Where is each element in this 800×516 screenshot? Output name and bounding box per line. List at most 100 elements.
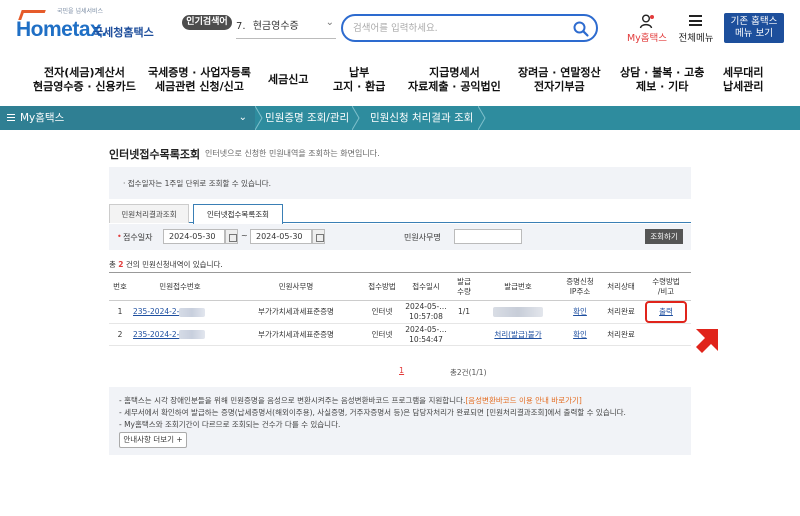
issue-unavailable-link[interactable]: 처리(발급)불가 xyxy=(494,330,541,339)
popular-search-term: 현금영수증 xyxy=(252,21,299,32)
main-menu-item-tax-filing[interactable]: 세금신고 xyxy=(268,73,308,87)
legacy-menu-button[interactable]: 기존 홈택스 메뉴 보기 xyxy=(724,13,784,43)
date-range-tilde: ~ xyxy=(241,231,248,240)
result-count: 총 2 건의 민원신청내역이 있습니다. xyxy=(109,259,223,270)
hometax-logo[interactable]: 국민을 넘세서비스 Hometax. 국세청홈택스 xyxy=(16,8,176,44)
civil-name-cell: 부가가치세과세표준증명 xyxy=(229,300,363,324)
menu-icon xyxy=(7,114,15,121)
print-output-link[interactable]: 출력 xyxy=(659,307,673,316)
main-menu-item-einvoice[interactable]: 전자(세금)계산서 현금영수증 · 신용카드 xyxy=(33,66,136,94)
top-header: 국민을 넘세서비스 Hometax. 국세청홈택스 인기검색어 7. 현금영수증… xyxy=(0,0,800,56)
search-box xyxy=(341,14,598,42)
datetime-time: 10:54:47 xyxy=(409,334,443,344)
search-filter: • 접수일자 2024-05-30 ~ 2024-05-30 민원사무명 조회하… xyxy=(109,224,691,250)
my-hometax-label: My홈택스 xyxy=(626,33,668,44)
main-menu-item-incentives[interactable]: 장려금 · 연말정산 전자기부금 xyxy=(518,66,601,94)
date-label: 접수일자 xyxy=(123,233,153,242)
popular-search-rank: 7. xyxy=(236,21,246,32)
receipt-number-link[interactable]: 235-2024-2- xyxy=(133,307,179,316)
qty-cell: 1/1 xyxy=(451,300,477,324)
issue-number-cell: 처리(발급)불가 xyxy=(477,323,559,346)
row-number: 1 xyxy=(109,300,131,324)
date-from-field[interactable]: 2024-05-30 xyxy=(163,229,225,244)
calendar-icon[interactable] xyxy=(225,229,238,244)
col-header: 접수방법 xyxy=(363,272,401,301)
pointer-arrow-icon xyxy=(696,329,718,353)
result-count-suffix: 건의 민원신청내역이 있습니다. xyxy=(123,260,223,269)
main-menu-label: 납부 xyxy=(349,66,370,79)
main-menu-item-certificates[interactable]: 국세증명 · 사업자등록 세금관련 신청/신고 xyxy=(148,66,251,94)
main-menu-item-statements[interactable]: 지급명세서 자료제출 · 공익법인 xyxy=(408,66,501,94)
guide-line: - 홈택스는 시각 장애인분들을 위해 민원증명을 음성으로 변환시켜주는 음성… xyxy=(119,395,691,407)
tab-internet-receipt[interactable]: 인터넷접수목록조회 xyxy=(193,204,283,224)
more-guide-button[interactable]: 안내사항 더보기 + xyxy=(119,432,187,448)
civil-name-cell: 부가가치세과세표준증명 xyxy=(229,323,363,346)
breadcrumb-home-label: My홈택스 xyxy=(20,112,65,124)
ip-confirm-link[interactable]: 확인 xyxy=(573,330,587,339)
tab-civil-result[interactable]: 민원처리결과조회 xyxy=(109,204,189,223)
issue-number-cell xyxy=(477,300,559,324)
main-menu-label: 세무대리 xyxy=(723,66,764,79)
main-menu-label: 고지 · 환급 xyxy=(333,80,386,93)
col-header: 번호 xyxy=(109,272,131,301)
query-button[interactable]: 조회하기 xyxy=(645,229,683,244)
legacy-menu-line2: 메뉴 보기 xyxy=(735,28,773,39)
table-header-row: 번호 민원접수번호 민원사무명 접수방법 접수일시 발급 수량 발급번호 증명신… xyxy=(109,272,691,301)
legacy-menu-line1: 기존 홈택스 xyxy=(730,16,778,27)
datetime-date: 2024-05-… xyxy=(405,302,447,311)
hamburger-icon xyxy=(689,15,702,26)
ip-confirm-link[interactable]: 확인 xyxy=(573,307,587,316)
guide-notice: - 홈택스는 시각 장애인분들을 위해 민원증명을 음성으로 변환시켜주는 음성… xyxy=(109,387,691,455)
all-menu-button[interactable]: 전체메뉴 xyxy=(676,14,716,44)
col-header: 발급 수량 xyxy=(451,272,477,301)
main-menu-label: 자료제출 · 공익법인 xyxy=(408,80,501,93)
barcode-guide-link[interactable]: [음성변환바코드 이용 안내 바로가기] xyxy=(465,396,582,405)
breadcrumb-level2-label: 민원신청 처리결과 조회 xyxy=(370,112,474,124)
search-icon[interactable] xyxy=(572,20,590,38)
status-cell: 처리완료 xyxy=(601,300,641,324)
page-title: 인터넷접수목록조회 xyxy=(109,148,201,161)
popular-search-item[interactable]: 7. 현금영수증 ⌄ xyxy=(236,17,336,39)
receipt-number-link[interactable]: 235-2024-2- xyxy=(133,330,179,339)
datetime-cell: 2024-05-… 10:57:08 xyxy=(401,300,451,324)
col-header: 수령방법 /비고 xyxy=(641,272,691,301)
datetime-cell: 2024-05-… 10:54:47 xyxy=(401,323,451,346)
main-menu-label: 지급명세서 xyxy=(429,66,480,79)
breadcrumb-level1[interactable]: 민원증명 조회/관리 xyxy=(265,106,349,130)
main-menu-label: 현금영수증 · 신용카드 xyxy=(33,80,136,93)
date-to-field[interactable]: 2024-05-30 xyxy=(250,229,312,244)
receipt-number-cell: 235-2024-2- xyxy=(131,323,229,346)
breadcrumb-separator-icon xyxy=(478,106,486,130)
breadcrumb-level2[interactable]: 민원신청 처리결과 조회 xyxy=(370,106,473,130)
my-hometax-button[interactable]: My홈택스 xyxy=(626,14,668,44)
main-menu-item-payment[interactable]: 납부 고지 · 환급 xyxy=(333,66,385,94)
main-menu: 전자(세금)계산서 현금영수증 · 신용카드 국세증명 · 사업자등록 세금관련… xyxy=(0,56,800,102)
col-header: 처리상태 xyxy=(601,272,641,301)
ip-cell: 확인 xyxy=(559,323,601,346)
receipt-number-cell: 235-2024-2- xyxy=(131,300,229,324)
tab-bar: 민원처리결과조회 인터넷접수목록조회 xyxy=(109,203,691,224)
user-icon xyxy=(639,14,654,29)
main-menu-item-tax-agent[interactable]: 세무대리 납세관리 xyxy=(723,66,763,94)
col-header: 발급번호 xyxy=(477,272,559,301)
calendar-icon[interactable] xyxy=(312,229,325,244)
status-cell: 처리완료 xyxy=(601,323,641,346)
breadcrumb-home[interactable]: My홈택스 ⌄ xyxy=(0,106,255,130)
breadcrumb-separator-icon xyxy=(352,106,360,130)
main-menu-label: 세금관련 신청/신고 xyxy=(155,80,244,93)
page-link[interactable]: 1 xyxy=(399,366,404,375)
guide-line: - My홈택스와 조회기간이 다르므로 조회되는 건수가 다를 수 있습니다. xyxy=(119,420,341,429)
page-description: 인터넷으로 신청한 민원내역을 조회하는 화면입니다. xyxy=(205,149,380,158)
result-table: 번호 민원접수번호 민원사무명 접수방법 접수일시 발급 수량 발급번호 증명신… xyxy=(109,272,691,346)
note-cell: 출력 xyxy=(641,300,691,324)
main-menu-item-consultation[interactable]: 상담 · 불복 · 고충 제보 · 기타 xyxy=(620,66,704,94)
required-mark: • xyxy=(117,232,122,241)
main-menu-label: 전자(세금)계산서 xyxy=(44,66,125,79)
civil-name-input[interactable] xyxy=(454,229,522,244)
breadcrumb-separator-icon xyxy=(255,106,263,130)
table-row: 2 235-2024-2- 부가가치세과세표준증명 인터넷 2024-05-… … xyxy=(109,323,691,346)
page-info: 총2건(1/1) xyxy=(450,368,487,377)
search-input[interactable] xyxy=(353,20,563,36)
col-header: 민원사무명 xyxy=(229,272,363,301)
chevron-down-icon[interactable]: ⌄ xyxy=(326,17,334,28)
